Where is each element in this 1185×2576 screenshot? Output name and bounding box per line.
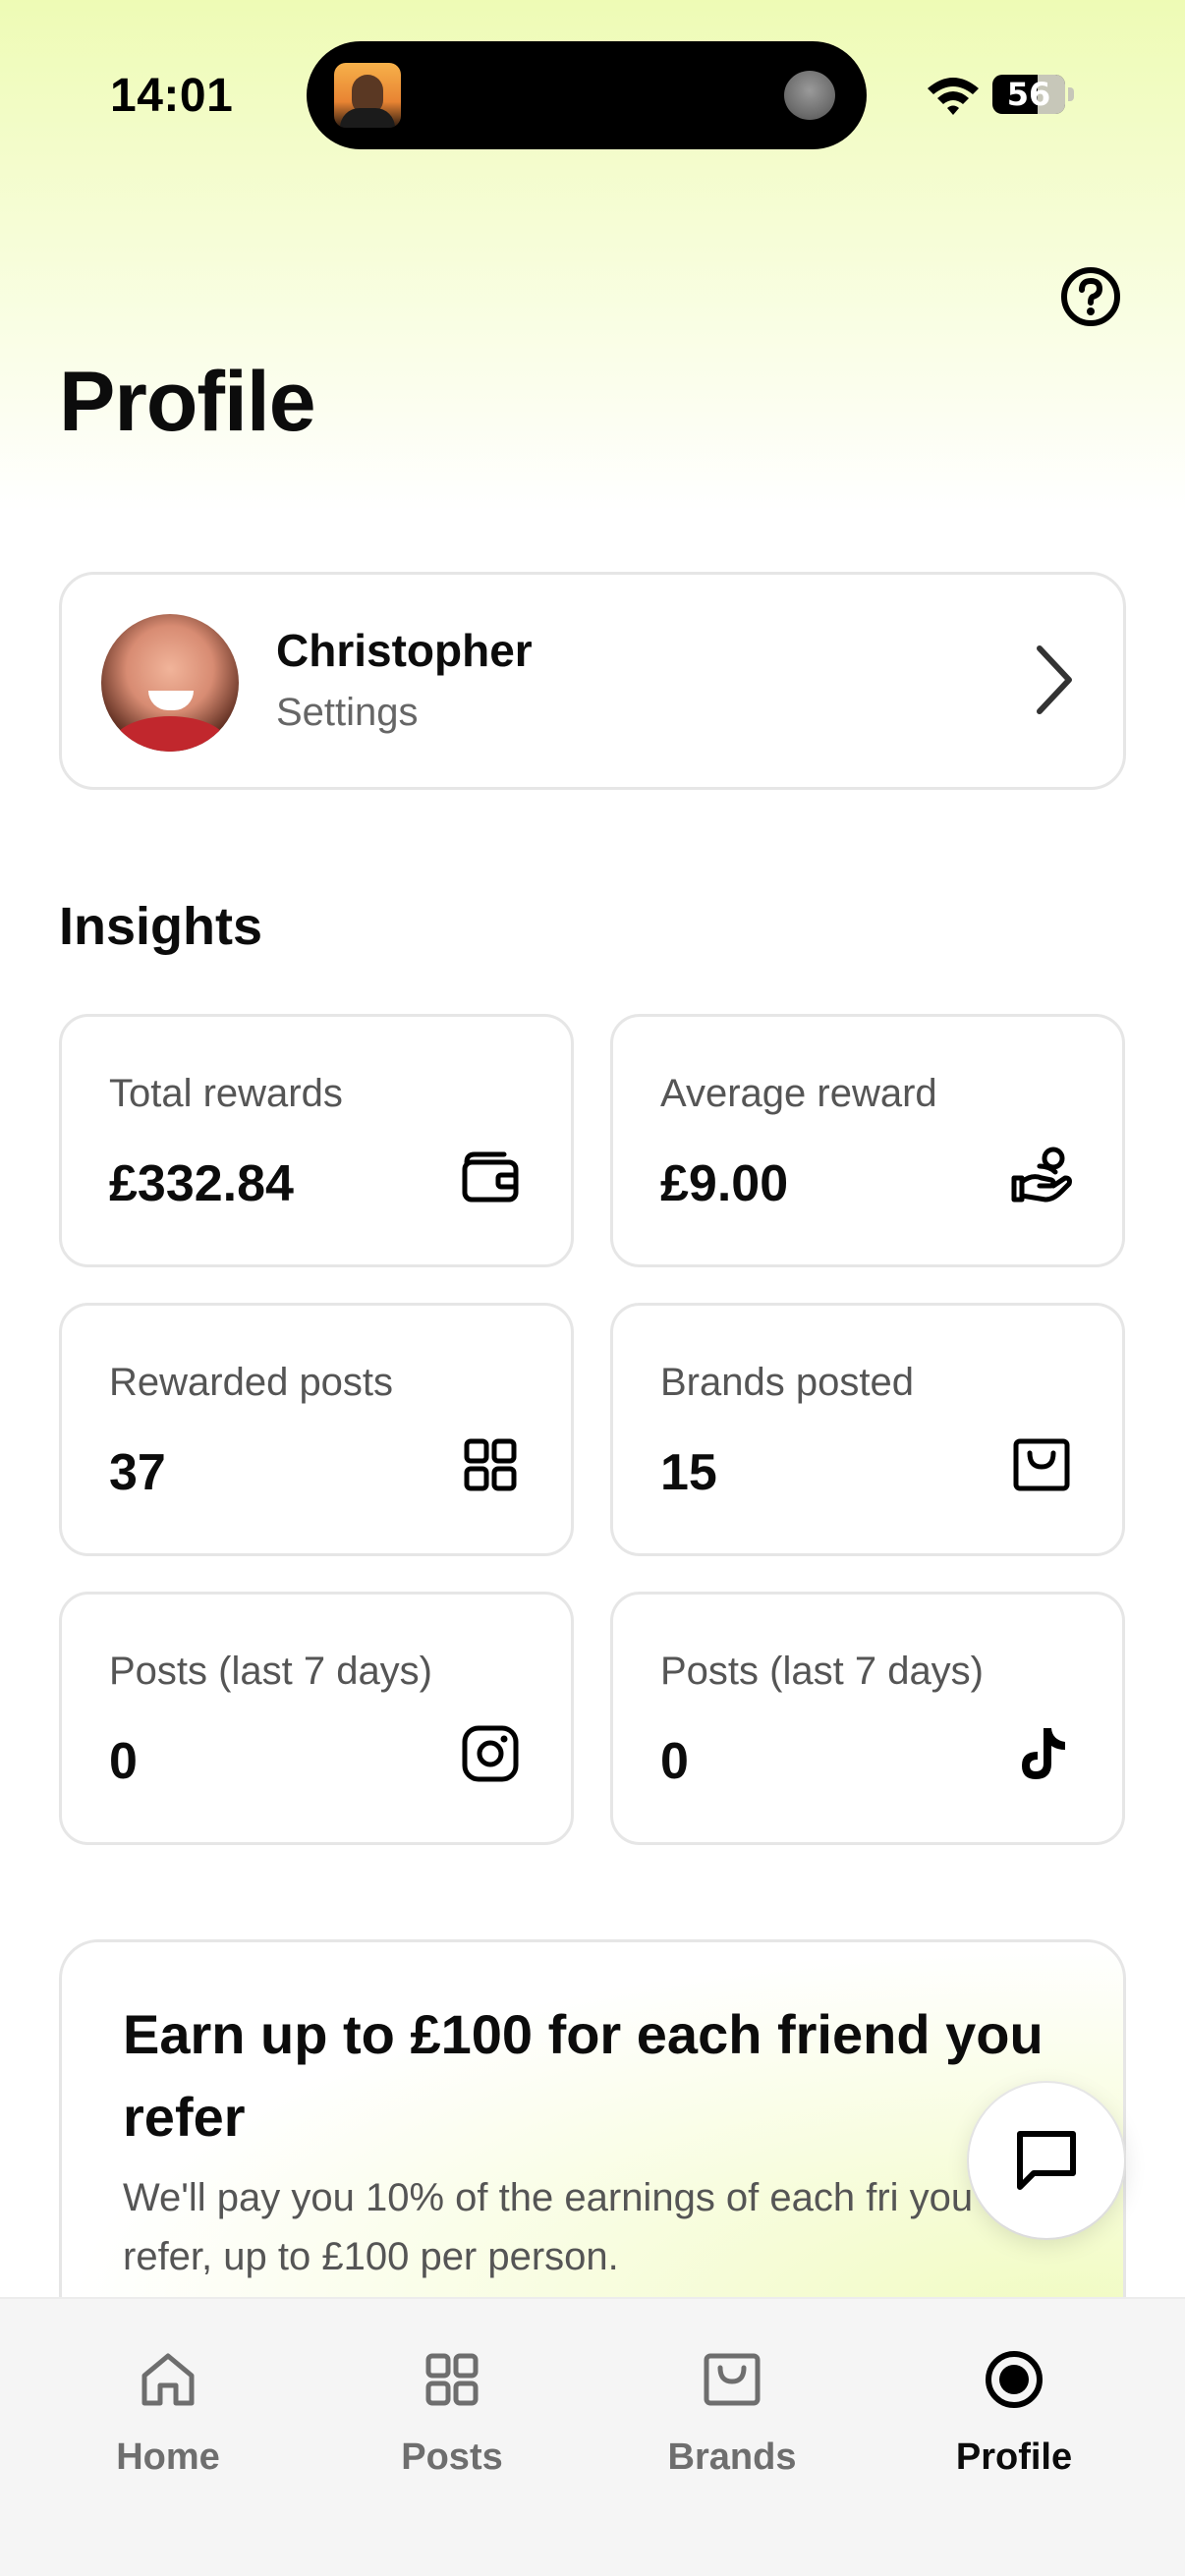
page-title: Profile: [59, 355, 316, 449]
nav-item-home[interactable]: Home: [40, 2299, 296, 2495]
battery-indicator: 56: [992, 75, 1065, 114]
camera-icon: [784, 71, 835, 120]
stat-label: Posts (last 7 days): [109, 1650, 433, 1693]
profile-subtitle: Settings: [276, 691, 419, 734]
dynamic-island[interactable]: [307, 41, 867, 149]
stat-card-rewarded-posts: Rewarded posts 37: [59, 1303, 574, 1556]
stat-card-instagram-posts: Posts (last 7 days) 0: [59, 1592, 574, 1845]
profile-circle-icon: [986, 2351, 1043, 2408]
referral-title: Earn up to £100 for each friend you refe…: [123, 2003, 1044, 2148]
nav-label: Posts: [401, 2436, 503, 2478]
chat-button[interactable]: [969, 2083, 1124, 2238]
nav-label: Brands: [667, 2436, 797, 2478]
chat-bubble-icon: [1017, 2131, 1076, 2190]
question-circle-icon[interactable]: [1059, 265, 1122, 328]
insights-title: Insights: [59, 897, 263, 956]
stat-label: Posts (last 7 days): [660, 1650, 985, 1693]
referral-body: We'll pay you 10% of the earnings of eac…: [123, 2176, 974, 2278]
battery-tip: [1068, 87, 1074, 101]
profile-settings-card[interactable]: Christopher Settings: [59, 572, 1126, 790]
status-time: 14:01: [110, 70, 234, 122]
stat-label: Total rewards: [109, 1072, 343, 1115]
nav-item-brands[interactable]: Brands: [604, 2299, 860, 2495]
stat-label: Brands posted: [660, 1361, 914, 1404]
shopping-bag-icon: [704, 2353, 761, 2406]
nav-label: Profile: [955, 2436, 1073, 2478]
stat-value: £9.00: [660, 1155, 789, 1212]
wallet-icon: [462, 1151, 519, 1203]
battery-level: 56: [1006, 76, 1051, 113]
instagram-icon: [462, 1725, 519, 1782]
stat-value: 37: [109, 1444, 166, 1501]
avatar: [101, 614, 239, 752]
chevron-right-icon: [1037, 645, 1072, 714]
nav-item-profile[interactable]: Profile: [886, 2299, 1142, 2495]
grid-icon: [425, 2353, 479, 2406]
stat-value: 0: [660, 1733, 689, 1790]
stat-label: Average reward: [660, 1072, 937, 1115]
stat-value: 15: [660, 1444, 717, 1501]
stat-card-brands-posted: Brands posted 15: [610, 1303, 1125, 1556]
shopping-bag-icon: [1013, 1438, 1070, 1491]
grid-icon: [464, 1438, 517, 1491]
now-playing-thumbnail: [334, 63, 401, 128]
tiktok-icon: [1022, 1728, 1065, 1779]
stat-label: Rewarded posts: [109, 1361, 394, 1404]
nav-label: Home: [116, 2436, 220, 2478]
stat-card-tiktok-posts: Posts (last 7 days) 0: [610, 1592, 1125, 1845]
hand-coins-icon: [1011, 1147, 1072, 1203]
home-icon: [141, 2353, 195, 2406]
stat-card-average-reward: Average reward £9.00: [610, 1014, 1125, 1267]
bottom-nav: Home Posts Brands Profile: [0, 2297, 1185, 2576]
nav-item-posts[interactable]: Posts: [324, 2299, 580, 2495]
stat-card-total-rewards: Total rewards £332.84: [59, 1014, 574, 1267]
stat-value: £332.84: [109, 1155, 294, 1212]
profile-name: Christopher: [276, 625, 533, 676]
stat-value: 0: [109, 1733, 138, 1790]
wifi-icon: [928, 78, 979, 115]
